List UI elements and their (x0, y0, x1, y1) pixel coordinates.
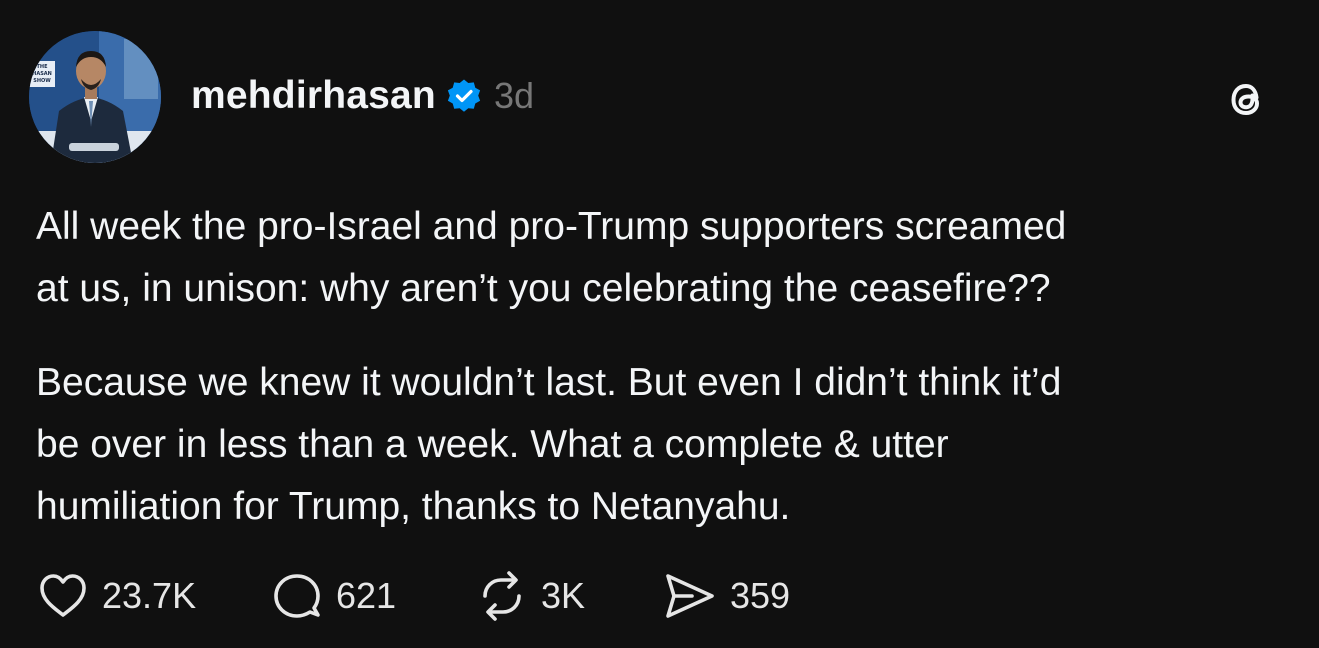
post-body: All week the pro-Israel and pro-Trump su… (36, 196, 1296, 538)
avatar-caption-line3: SHOW (33, 78, 51, 84)
threads-post: THE HASAN SHOW mehdirhasan 3d All week t… (0, 0, 1319, 648)
like-count: 23.7K (102, 575, 197, 616)
username[interactable]: mehdirhasan (191, 74, 436, 118)
share-count: 359 (730, 575, 791, 616)
repost-button[interactable]: 3K (475, 569, 662, 623)
verified-badge-icon (446, 78, 482, 114)
send-icon (666, 574, 714, 618)
post-header: mehdirhasan 3d (191, 70, 534, 122)
threads-logo-icon[interactable] (1222, 75, 1270, 123)
avatar-caption-line2: HASAN (32, 71, 52, 77)
avatar-caption-line1: THE (36, 64, 48, 70)
avatar-image: THE HASAN SHOW (29, 31, 161, 163)
share-button[interactable]: 359 (662, 569, 790, 623)
post-actions: 23.7K 621 3K 359 (36, 568, 790, 624)
repost-count: 3K (541, 575, 586, 616)
post-paragraph-1: All week the pro-Israel and pro-Trump su… (36, 205, 1067, 310)
avatar[interactable]: THE HASAN SHOW (29, 31, 161, 163)
heart-icon (40, 574, 86, 617)
like-button[interactable]: 23.7K (36, 571, 270, 621)
speech-bubble-icon (274, 574, 320, 618)
repost-arrows-icon (483, 571, 521, 621)
reply-button[interactable]: 621 (270, 569, 475, 623)
reply-count: 621 (336, 575, 397, 616)
post-paragraph-2: Because we knew it wouldn’t last. But ev… (36, 361, 1062, 528)
post-timestamp: 3d (493, 75, 534, 116)
